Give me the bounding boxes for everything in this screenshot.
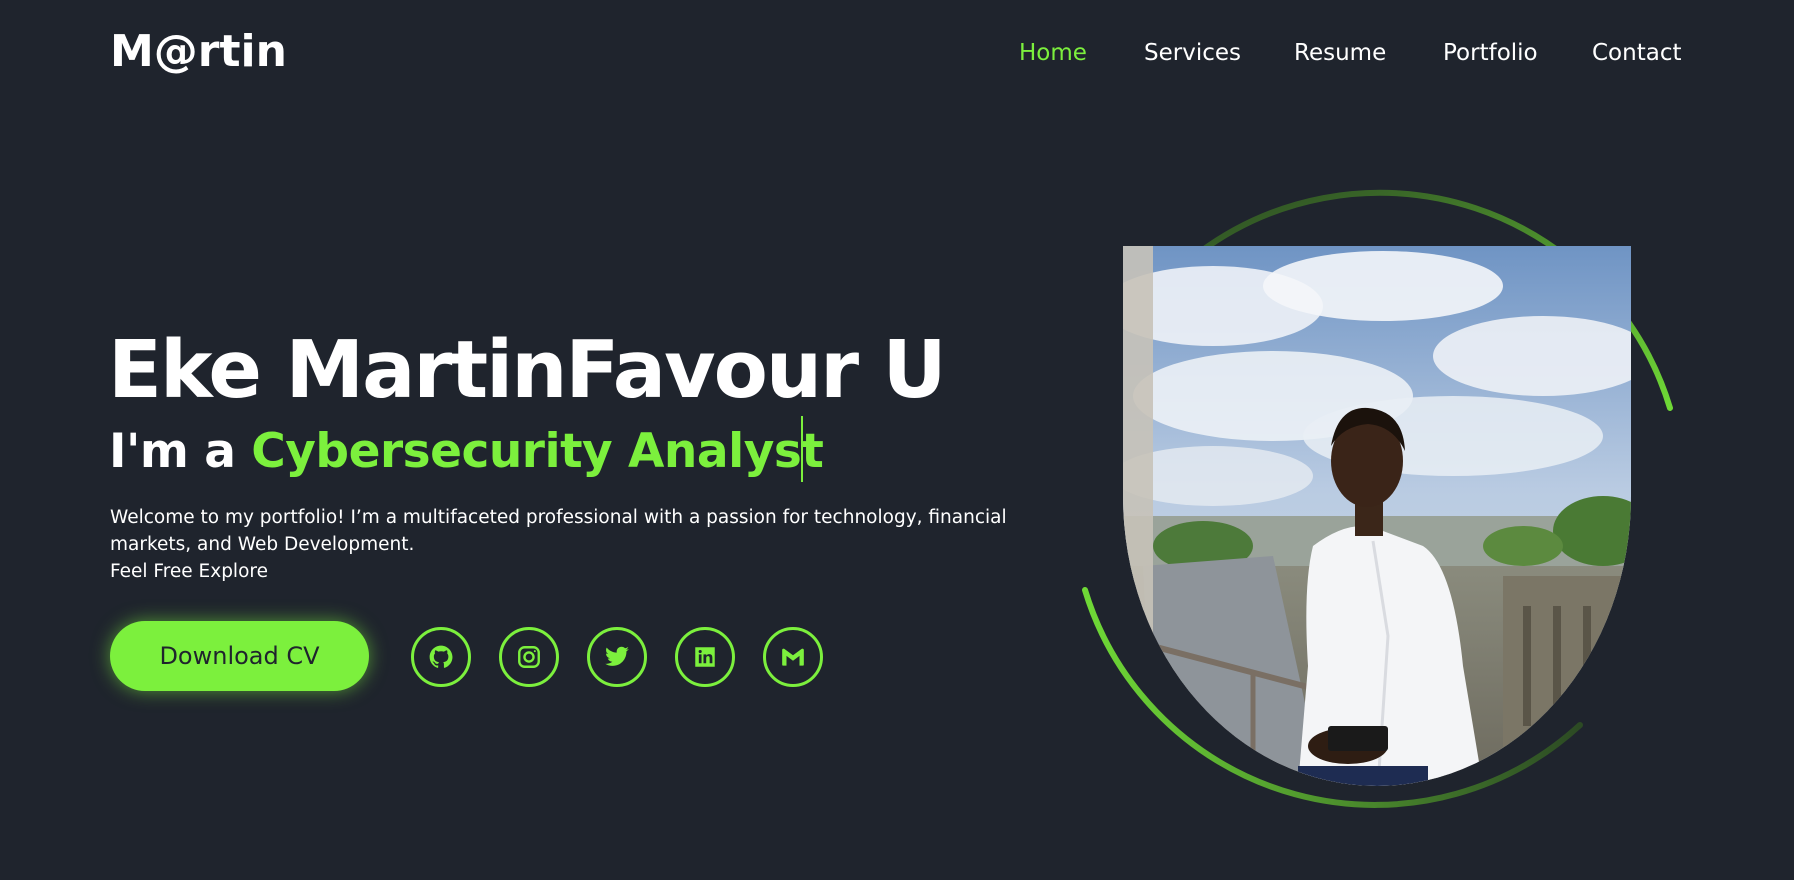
download-cv-button[interactable]: Download CV (110, 621, 369, 691)
typing-caret (801, 416, 803, 482)
linkedin-link[interactable] (675, 627, 735, 687)
nav-home[interactable]: Home (1019, 40, 1087, 66)
subtitle-role: Cybersecurity Analyst (251, 424, 824, 479)
subtitle-prefix: I'm a (109, 424, 252, 479)
nav-contact[interactable]: Contact (1592, 40, 1681, 66)
nav-services[interactable]: Services (1144, 40, 1241, 66)
site-logo[interactable]: M@rtin (110, 26, 287, 77)
page: M@rtin Home Services Resume Portfolio Co… (0, 0, 1794, 880)
instagram-link[interactable] (499, 627, 559, 687)
profile-photo-image (1123, 246, 1631, 786)
gmail-link[interactable] (763, 627, 823, 687)
gmail-icon (782, 648, 804, 666)
nav-resume[interactable]: Resume (1294, 40, 1386, 66)
twitter-icon (605, 646, 629, 666)
twitter-link[interactable] (587, 627, 647, 687)
description-line-3: Feel Free Explore (110, 561, 268, 582)
nav-portfolio[interactable]: Portfolio (1443, 40, 1538, 66)
description-line-2: markets, and Web Development. (110, 534, 415, 555)
hero-name: Eke MartinFavour U (108, 324, 947, 416)
github-link[interactable] (411, 627, 471, 687)
linkedin-icon (695, 647, 715, 667)
instagram-icon (518, 646, 540, 668)
profile-photo-frame (1080, 189, 1680, 810)
profile-photo (1123, 246, 1631, 786)
hero-description: Welcome to my portfolio! I’m a multiface… (110, 504, 1007, 585)
description-line-1: Welcome to my portfolio! I’m a multiface… (110, 507, 1007, 528)
hero-subtitle: I'm a Cybersecurity Analyst (109, 423, 824, 481)
github-icon (429, 645, 453, 668)
